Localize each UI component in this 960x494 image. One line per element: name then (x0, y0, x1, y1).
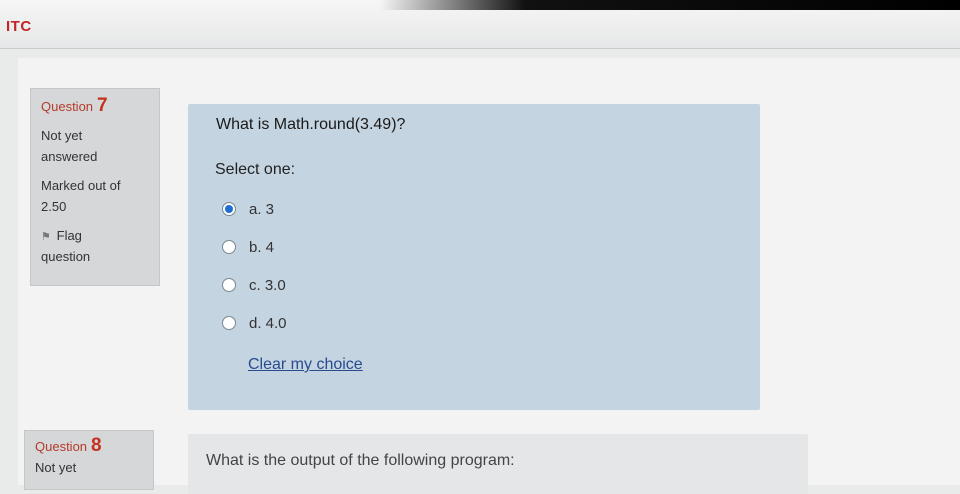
question-8-content: What is the output of the following prog… (188, 434, 808, 494)
answer-options: a. 3 b. 4 c. 3.0 d. 4.0 (222, 190, 287, 342)
question-7-heading: Question 7 (41, 95, 149, 117)
answer-label-b: b. 4 (249, 238, 275, 256)
radio-c[interactable] (222, 278, 236, 292)
marks-line-2: 2.50 (41, 199, 67, 214)
status-line-1: Not yet (35, 460, 77, 475)
question-number: 7 (97, 95, 108, 116)
question-8-heading: Question 8 (35, 435, 143, 457)
question-label: Question (35, 439, 88, 454)
question-text: What is the output of the following prog… (206, 452, 515, 469)
marks-line-1: Marked out of (41, 178, 121, 193)
question-number: 8 (91, 435, 102, 456)
answer-label-a: a. 3 (249, 200, 275, 218)
select-one-prompt: Select one: (215, 161, 296, 178)
status-line-2: answered (41, 149, 98, 164)
radio-d[interactable] (222, 316, 236, 330)
flag-icon: ⚑ (41, 231, 51, 243)
question-text: What is Math.round(3.49)? (216, 116, 406, 133)
answer-option-a[interactable]: a. 3 (222, 190, 287, 228)
clear-choice-link[interactable]: Clear my choice (248, 356, 363, 374)
status-block: Not yet answered (41, 125, 149, 167)
status-line-1: Not yet (41, 128, 83, 143)
app-title: ITC (6, 18, 32, 35)
question-8-info: Question 8 Not yet (24, 430, 154, 490)
question-7-content: What is Math.round(3.49)? Select one: a.… (188, 104, 760, 410)
quiz-page: Question 7 Not yet answered Marked out of… (18, 58, 960, 494)
answer-label-d: d. 4.0 (249, 314, 287, 332)
flag-line-1: Flag (56, 228, 82, 243)
radio-a[interactable] (222, 202, 236, 216)
answer-label-c: c. 3.0 (249, 276, 286, 294)
top-bar: ITC (0, 0, 960, 49)
marks-block: Marked out of 2.50 (41, 175, 149, 217)
flag-line-2: question (41, 249, 91, 264)
question-label: Question (41, 99, 94, 114)
flag-question-button[interactable]: ⚑ Flag question (41, 225, 149, 267)
answer-option-c[interactable]: c. 3.0 (222, 266, 287, 304)
question-7-info: Question 7 Not yet answered Marked out of… (30, 88, 160, 286)
radio-b[interactable] (222, 240, 236, 254)
answer-option-d[interactable]: d. 4.0 (222, 304, 287, 342)
answer-option-b[interactable]: b. 4 (222, 228, 287, 266)
dark-strip (380, 0, 960, 10)
